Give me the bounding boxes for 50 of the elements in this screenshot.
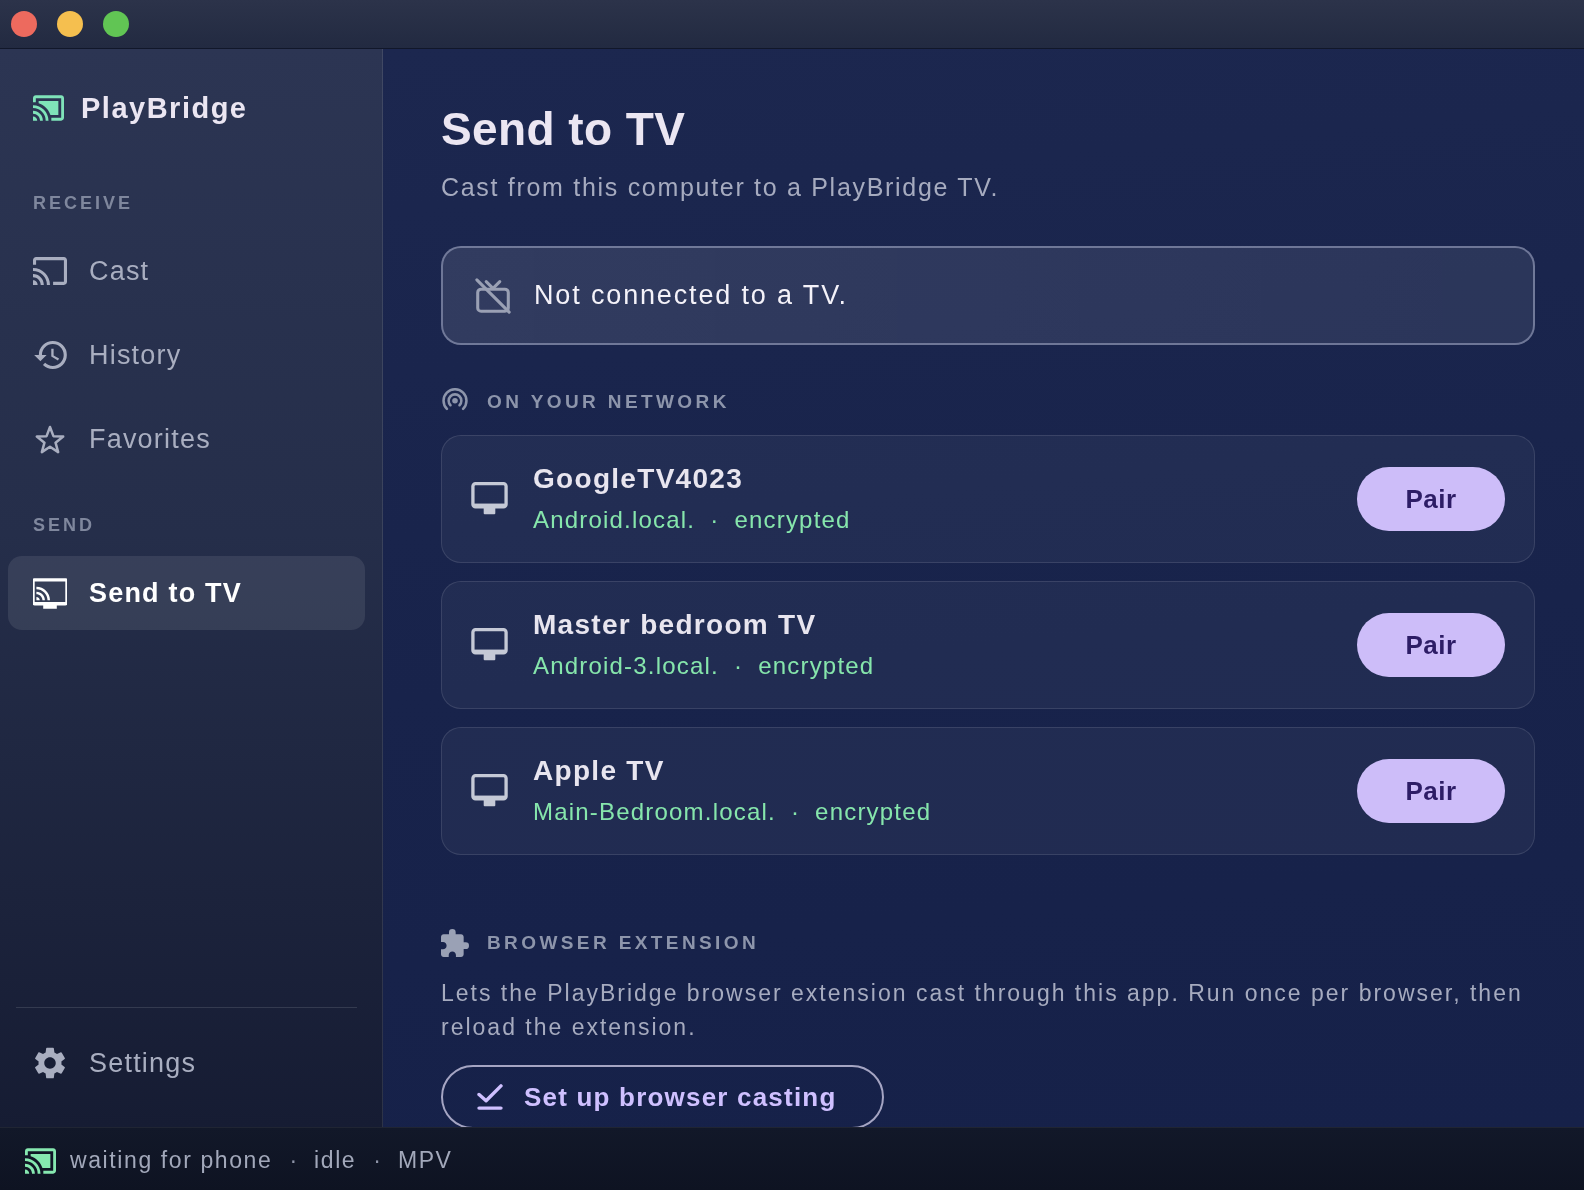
separator: · — [733, 651, 744, 681]
monitor-icon — [471, 628, 508, 662]
close-window-button[interactable] — [11, 11, 37, 37]
puzzle-icon — [441, 929, 469, 957]
pair-button[interactable]: Pair — [1357, 613, 1505, 677]
sidebar-item[interactable]: Cast — [8, 234, 365, 308]
device-name: Master bedroom TV — [533, 608, 818, 642]
sidebar-item[interactable]: Settings — [8, 1026, 365, 1100]
status-text: idle — [314, 1147, 357, 1174]
pair-button[interactable]: Pair — [1357, 759, 1505, 823]
cast-icon — [25, 1147, 56, 1174]
separator: · — [372, 1147, 382, 1174]
device-host: Android.local. — [533, 505, 696, 535]
section-heading: ON YOUR NETWORK — [487, 391, 730, 413]
status-text: MPV — [397, 1147, 453, 1174]
device-security: encrypted — [758, 651, 875, 681]
device-name: Apple TV — [533, 754, 666, 788]
status-message: Not connected to a TV. — [534, 280, 848, 311]
cast-tv-icon — [33, 577, 67, 609]
sidebar-item[interactable]: History — [8, 318, 365, 392]
section-label: RECEIVE — [32, 192, 135, 215]
history-icon — [33, 341, 67, 369]
section-heading: BROWSER EXTENSION — [487, 932, 760, 954]
section-description: Lets the PlayBridge browser extension cast through this app. Run once per browser, then reload the extension. — [441, 979, 1524, 1042]
pair-button[interactable]: Pair — [1357, 467, 1505, 531]
zoom-window-button[interactable] — [103, 11, 129, 37]
minimize-window-button[interactable] — [57, 11, 83, 37]
section-label: SEND — [32, 514, 96, 537]
monitor-icon — [471, 482, 508, 516]
settings-icon — [35, 1047, 65, 1079]
device-host: Android-3.local. — [533, 651, 719, 681]
status-text: waiting for phone — [70, 1147, 273, 1174]
device-security: encrypted — [734, 505, 851, 535]
page-title: Send to TV — [441, 102, 687, 156]
device-host: Main-Bedroom.local. — [533, 797, 776, 827]
cast-icon — [33, 257, 67, 285]
monitor-icon — [471, 774, 508, 808]
sidebar-item[interactable]: Send to TV — [8, 556, 365, 630]
device-name: GoogleTV4023 — [533, 462, 745, 496]
sidebar-item[interactable]: Favorites — [8, 402, 365, 476]
cast-icon — [33, 95, 64, 121]
separator: · — [790, 797, 801, 827]
tv-off-icon — [475, 277, 511, 314]
separator: · — [710, 505, 720, 535]
check-icon — [477, 1084, 503, 1110]
page-subtitle: Cast from this computer to a PlayBridge TV. — [441, 172, 1001, 202]
star-icon — [35, 424, 65, 454]
app-name: PlayBridge — [81, 91, 248, 125]
separator: · — [288, 1147, 299, 1174]
device-security: encrypted — [815, 797, 932, 827]
